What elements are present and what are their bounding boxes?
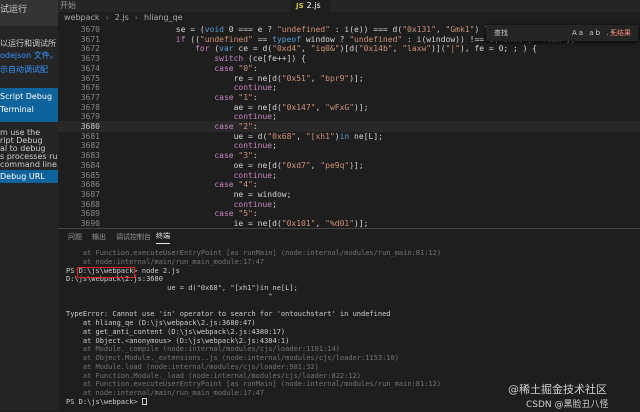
tab-start[interactable]: 开始 xyxy=(60,0,130,12)
command-highlight-box xyxy=(77,267,135,278)
terminal-line: at node:internal/main/run_main_module:17… xyxy=(66,389,265,397)
code-text: ie = ne[d("0x101", "%d01")]; xyxy=(118,219,369,228)
terminal-line: ^ xyxy=(66,292,273,301)
terminal-line: at Object.<anonymous> (D:\js\webpack\2.j… xyxy=(66,336,290,345)
terminal-line: at Object.Module._extensions..js (node:i… xyxy=(66,354,399,362)
terminal-line: PS D:\js\webpack> xyxy=(66,397,147,407)
terminal-line: at Function.executeUserEntryPoint [as ru… xyxy=(66,380,442,389)
code-text: ue = d("0x68", "[xh1")in ne[L]; xyxy=(118,131,383,141)
sidebar-desc-line: command line. xyxy=(0,160,58,169)
code-text: case "1": xyxy=(214,92,258,102)
panel-tab-terminal[interactable]: 终端 xyxy=(156,229,170,244)
debug-button-label-1: Script Debug xyxy=(0,92,53,101)
code-text: for (var ce = d("0xd4", "iq0&")[d("0x14b… xyxy=(195,44,538,54)
javascript-file-icon: JS xyxy=(296,2,304,10)
editor-tab-bar: 开始 JS 2.js xyxy=(58,0,640,12)
breadcrumb-item[interactable]: hliang_qe xyxy=(144,13,183,22)
watermark-csdn: CSDN @黑脸丑八怪 xyxy=(526,400,609,410)
debug-url-label: Debug URL xyxy=(0,172,45,181)
sidebar-auto-config-link[interactable]: 示自动调试配 xyxy=(0,64,48,75)
terminal-line: at Module._compile (node:internal/module… xyxy=(66,345,340,354)
sidebar-launch-json-link[interactable]: odejson 文件。 xyxy=(0,50,58,61)
code-text: case "0": xyxy=(214,63,258,73)
find-input[interactable]: 查找 xyxy=(494,25,508,41)
breadcrumb-item[interactable]: webpack xyxy=(64,13,100,22)
code-text: continue; xyxy=(233,199,277,209)
code-text: case "2": xyxy=(214,122,258,131)
watermark-juejin: @稀土掘金技术社区 xyxy=(508,383,607,396)
code-text: continue; xyxy=(233,141,277,151)
code-text: ne = window; xyxy=(118,189,292,199)
code-text: switch (ce[fe++]) { xyxy=(214,54,306,64)
find-widget[interactable]: 查找 Aa ab .* 无结果 xyxy=(486,25,638,41)
panel-tab-output[interactable]: 输出 xyxy=(92,229,106,245)
terminal-line: at Function.executeUserEntryPoint [as ru… xyxy=(66,249,442,257)
terminal-line: at hliang_qe (D:\js\webpack\2.js:3680:47… xyxy=(66,319,256,327)
tab-label: 2.js xyxy=(306,1,321,10)
terminal-line: TypeError: Cannot use 'in' operator to s… xyxy=(66,310,391,319)
chevron-right-icon: › xyxy=(105,13,109,22)
code-text: continue; xyxy=(233,112,277,122)
line-number: 3690 xyxy=(80,219,100,228)
code-text: case "4": xyxy=(214,180,258,190)
code-line[interactable]: 3690 ie = ne[d("0x101", "%d01")]; xyxy=(58,218,640,228)
code-text: case "3": xyxy=(214,151,258,161)
javascript-debug-terminal-button[interactable]: Script Debug Terminal xyxy=(0,88,58,122)
terminal-line: ue = d("0x68", "[xh1")in ne[L]; xyxy=(66,284,298,292)
debug-button-label-2: Terminal xyxy=(0,105,34,114)
find-result-count: 无结果 xyxy=(610,29,631,37)
tab-2js[interactable]: JS 2.js xyxy=(290,0,330,12)
panel-tab-debug-console[interactable]: 调试控制台 xyxy=(116,229,151,245)
code-text: re = ne[d("0x51", "bpr9")]; xyxy=(118,73,364,83)
code-text: case "5": xyxy=(214,209,258,219)
debug-sidebar: 试运行 以运行和调试所 odejson 文件。 示自动调试配 Script De… xyxy=(0,0,58,411)
terminal-line: at Function.Module._load (node:internal/… xyxy=(66,371,362,380)
tab-label: 开始 xyxy=(60,1,76,10)
code-text: continue; xyxy=(233,170,277,180)
panel-tab-bar: 问题 输出 调试控制台 终端 xyxy=(58,229,640,245)
terminal-line: at node:internal/main/run_main_module:17… xyxy=(66,257,265,266)
debug-url-button[interactable]: Debug URL xyxy=(0,170,58,183)
code-text: se = (void 0 === e ? "undefined" : i(e))… xyxy=(118,25,537,34)
terminal-line: at get_anti_content (D:\js\webpack\2.js:… xyxy=(66,327,286,336)
sidebar-title: 试运行 xyxy=(0,5,28,15)
panel-tab-problems[interactable]: 问题 xyxy=(68,229,82,245)
terminal-cursor xyxy=(141,397,147,405)
code-text: oe = ne[d("0xd7", "pe9q")]; xyxy=(118,160,364,170)
code-text: continue; xyxy=(233,83,277,93)
sidebar-hint-line: 以运行和调试所 xyxy=(0,39,56,48)
breadcrumb-item[interactable]: 2.js xyxy=(115,13,129,22)
terminal-line: at Module.load (node:internal/modules/cj… xyxy=(66,362,319,371)
code-text: ae = ne[d("0x147", "wFxG")]; xyxy=(118,102,369,112)
code-editor[interactable]: 3670 se = (void 0 === e ? "undefined" : … xyxy=(58,24,640,228)
chevron-right-icon: › xyxy=(134,13,138,22)
breadcrumb: webpack › 2.js › hliang_qe xyxy=(58,12,640,24)
